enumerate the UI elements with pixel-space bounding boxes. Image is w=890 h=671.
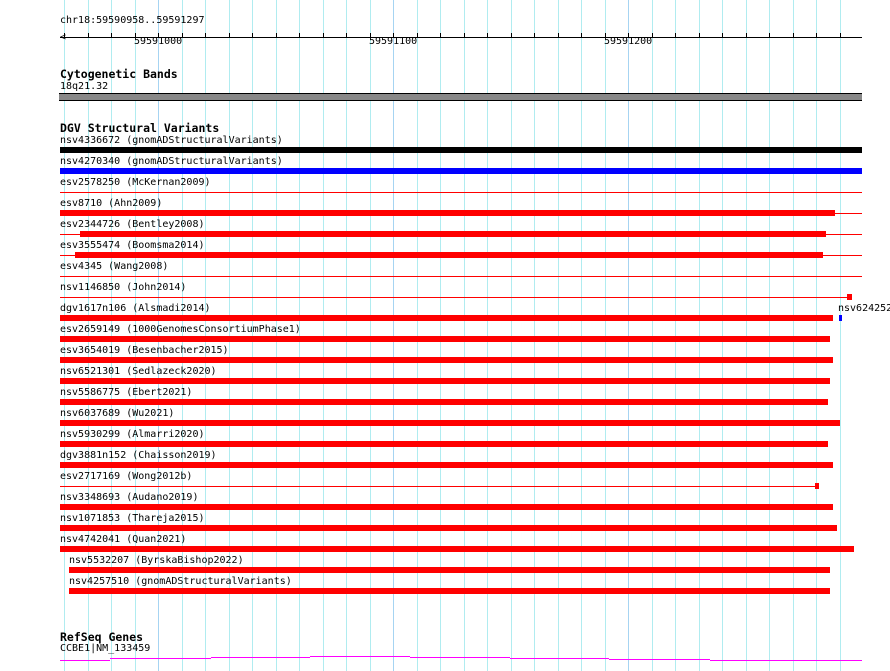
gene-segment[interactable] [211,657,310,658]
variant-label: nsv6521301 (Sedlazeck2020) [60,366,217,377]
band-bar[interactable] [59,93,862,101]
variant-label: esv2717169 (Wong2012b) [60,471,193,482]
ruler-tick [229,33,230,38]
ruler-tick [840,33,841,38]
variant-box[interactable] [815,483,819,489]
variant-bar[interactable] [60,441,828,447]
variant-bar[interactable] [75,252,823,258]
variant-bar[interactable] [60,210,835,216]
variant-bar[interactable] [60,336,830,342]
variant-bar[interactable] [60,504,833,510]
ruler-tick [252,33,253,38]
variant-bar[interactable] [69,588,830,594]
ruler-tick [699,33,700,38]
variant-line[interactable] [60,192,862,193]
feature-bar-extra[interactable] [839,315,842,321]
ruler-tick [769,33,770,38]
tick-label: 59591100 [369,36,418,47]
variant-label: nsv5586775 (Ebert2021) [60,387,193,398]
variant-label: nsv5532207 (ByrskaBishop2022) [69,555,244,566]
gene-segment[interactable] [110,658,211,659]
variant-bar[interactable] [60,462,833,468]
variant-line[interactable] [60,486,816,487]
gene-segment[interactable] [710,660,810,661]
ruler-tick [346,33,347,38]
ruler-tick [487,33,488,38]
ruler-tick [88,33,89,38]
variant-label: esv2578250 (McKernan2009) [60,177,211,188]
variant-label: nsv4257510 (gnomADStructuralVariants) [69,576,292,587]
ruler-tick [64,33,65,38]
variant-label: nsv1146850 (John2014) [60,282,187,293]
gene-segment[interactable] [510,658,609,659]
ruler-tick [111,33,112,38]
variant-bar[interactable] [60,315,833,321]
gene-segment[interactable] [810,660,862,661]
ruler-tick [440,33,441,38]
variant-bar[interactable] [60,420,840,426]
ruler-tick [205,33,206,38]
track-title: DGV Structural Variants [60,121,220,135]
variant-label: esv2659149 (1000GenomesConsortiumPhase1) [60,324,301,335]
variant-label: nsv4742041 (Quan2021) [60,534,187,545]
variant-label: esv4345 (Wang2008) [60,261,169,272]
track-title: RefSeq Genes [60,630,144,644]
variant-label: nsv4270340 (gnomADStructuralVariants) [60,156,283,167]
ruler-tick [558,33,559,38]
variant-bar[interactable] [60,357,833,363]
gene-segment[interactable] [310,656,410,657]
ruler-tick [675,33,676,38]
ruler-tick [511,33,512,38]
variant-bar[interactable] [60,546,854,552]
variant-label: nsv6037689 (Wu2021) [60,408,175,419]
gene-segment[interactable] [60,660,110,661]
ruler-tick [299,33,300,38]
gene-segment[interactable] [410,657,510,658]
ruler-tick [276,33,277,38]
ruler-tick [534,33,535,38]
variant-label: nsv1071853 (Thareja2015) [60,513,205,524]
variant-label: nsv4336672 (gnomADStructuralVariants) [60,135,283,146]
variant-box[interactable] [847,294,852,300]
ruler-tick [464,33,465,38]
variant-label: esv2344726 (Bentley2008) [60,219,205,230]
variant-label: esv3654019 (Besenbacher2015) [60,345,229,356]
gene-label: CCBE1|NM_133459 [60,643,151,654]
ruler-tick [746,33,747,38]
variant-label: esv8710 (Ahn2009) [60,198,163,209]
ruler-tick [323,33,324,38]
variant-bar[interactable] [69,567,830,573]
track-title: Cytogenetic Bands [60,67,178,81]
location-label: chr18:59590958..59591297 [60,15,205,26]
variant-label: esv3555474 (Boomsma2014) [60,240,205,251]
ruler-tick [793,33,794,38]
variant-bar[interactable] [80,231,826,237]
variant-label: nsv5930299 (Almarri2020) [60,429,205,440]
tick-label: 59591200 [604,36,653,47]
variant-bar[interactable] [60,525,837,531]
ruler-tick [816,33,817,38]
variant-label: nsv3348693 (Audano2019) [60,492,199,503]
feature-label-extra: nsv624252 [838,303,890,314]
variant-bar[interactable] [60,378,830,384]
variant-line[interactable] [60,297,850,298]
variant-bar[interactable] [60,147,862,153]
ruler-tick [581,33,582,38]
variant-label: dgv1617n106 (Alsmadi2014) [60,303,211,314]
variant-bar[interactable] [60,399,828,405]
ruler-tick [722,33,723,38]
gene-segment[interactable] [609,659,710,660]
variant-line[interactable] [60,276,862,277]
band-label: 18q21.32 [60,81,109,92]
tick-label: 59591000 [134,36,183,47]
variant-label: dgv3881n152 (Chaisson2019) [60,450,217,461]
variant-bar[interactable] [60,168,862,174]
